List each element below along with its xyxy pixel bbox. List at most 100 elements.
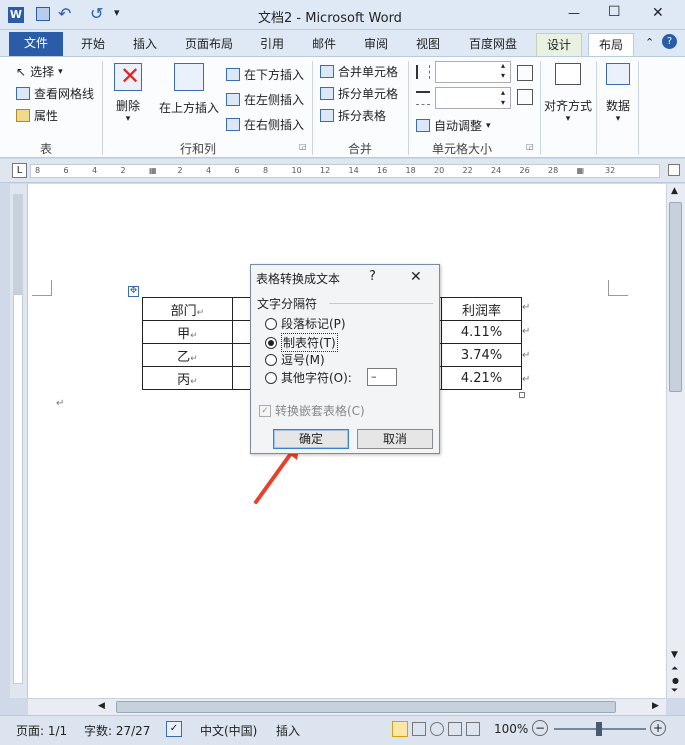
group-separator bbox=[596, 61, 597, 155]
word-count[interactable]: 字数: 27/27 bbox=[84, 722, 150, 739]
dialog-close-button[interactable]: ✕ bbox=[410, 269, 422, 285]
horizontal-ruler[interactable]: 8 6 4 2 ▦ 2 4 6 8 10 12 14 16 18 20 22 24 26 28 ▦ 32 bbox=[30, 164, 660, 178]
split-table-button[interactable]: 拆分表格 bbox=[320, 107, 386, 124]
collapse-ribbon-icon[interactable]: ⌃ bbox=[645, 36, 654, 49]
view-ruler-icon[interactable] bbox=[668, 164, 680, 176]
dialog-help-button[interactable]: ? bbox=[369, 269, 376, 284]
outline-view-icon[interactable] bbox=[448, 722, 462, 736]
zoom-out-button[interactable]: − bbox=[532, 720, 548, 736]
vertical-scrollbar[interactable]: ▲ ▼ ⏶ ● ⏷ bbox=[666, 184, 685, 698]
horizontal-scrollbar[interactable]: ◀ ▶ bbox=[28, 698, 666, 715]
group-label-cell-size: 单元格大小 bbox=[432, 142, 493, 156]
word-icon[interactable]: W bbox=[8, 7, 24, 23]
nested-tables-checkbox[interactable]: ✓ bbox=[259, 404, 271, 417]
dialog-title: 表格转换成文本 bbox=[256, 272, 341, 286]
option-tab-character[interactable]: 制表符(T) bbox=[265, 333, 338, 352]
alignment-button[interactable]: 对齐方式 ▾ bbox=[542, 63, 594, 133]
ok-button[interactable]: 确定 bbox=[273, 429, 349, 449]
table-cell-rate[interactable]: 4.21% bbox=[441, 366, 522, 390]
tab-references[interactable]: 引用 bbox=[252, 33, 292, 56]
full-screen-reading-icon[interactable] bbox=[412, 722, 426, 736]
scroll-left-icon[interactable]: ◀ bbox=[98, 701, 105, 711]
table-move-handle-icon[interactable]: ✥ bbox=[128, 286, 139, 297]
properties-button[interactable]: 属性 bbox=[16, 107, 58, 124]
column-width-input[interactable] bbox=[435, 87, 511, 109]
table-cell-rate[interactable]: 3.74% bbox=[441, 343, 522, 367]
delete-button[interactable]: ✕ 删除 ▾ bbox=[108, 62, 148, 133]
radio-comma[interactable] bbox=[265, 353, 277, 366]
option-paragraph-mark[interactable]: 段落标记(P) bbox=[265, 315, 346, 332]
radio-tab-character[interactable] bbox=[265, 336, 277, 349]
merge-cells-button[interactable]: 合并单元格 bbox=[320, 63, 398, 80]
tab-page-layout[interactable]: 页面布局 bbox=[178, 33, 240, 56]
table-cell-rate[interactable]: 利润率 bbox=[441, 297, 522, 321]
insert-mode[interactable]: 插入 bbox=[276, 722, 300, 739]
table-resize-handle[interactable] bbox=[519, 392, 525, 398]
cancel-button[interactable]: 取消 bbox=[357, 429, 433, 449]
table-cell-dept[interactable]: 部门↵ bbox=[142, 297, 233, 321]
data-button[interactable]: 数据 ▾ bbox=[600, 63, 636, 133]
zoom-level[interactable]: 100% bbox=[494, 722, 528, 736]
scroll-up-icon[interactable]: ▲ bbox=[671, 186, 678, 196]
dialog-launcher-icon[interactable]: ◲ bbox=[299, 142, 307, 151]
table-cell-dept[interactable]: 甲↵ bbox=[142, 320, 233, 344]
h-scroll-thumb[interactable] bbox=[116, 701, 616, 713]
redo-icon[interactable]: ↺ bbox=[90, 4, 103, 23]
insert-right-button[interactable]: 在右侧插入 bbox=[226, 116, 304, 133]
select-button[interactable]: ↖ 选择 ▾ bbox=[16, 63, 63, 80]
tab-home[interactable]: 开始 bbox=[72, 33, 114, 56]
zoom-in-button[interactable]: + bbox=[650, 720, 666, 736]
close-button[interactable]: ✕ bbox=[652, 5, 664, 21]
insert-below-button[interactable]: 在下方插入 bbox=[226, 66, 304, 83]
previous-page-icon[interactable]: ⏶ bbox=[671, 664, 678, 674]
web-layout-icon[interactable] bbox=[430, 722, 444, 736]
dialog-launcher-icon[interactable]: ◲ bbox=[526, 142, 534, 151]
table-cell-dept[interactable]: 丙↵ bbox=[142, 366, 233, 390]
row-height-input[interactable] bbox=[435, 61, 511, 83]
vertical-ruler[interactable] bbox=[10, 184, 28, 698]
scroll-down-icon[interactable]: ▼ bbox=[671, 650, 678, 660]
row-height-spinner-icon[interactable]: ▴ ▾ bbox=[501, 61, 505, 81]
tab-insert[interactable]: 插入 bbox=[124, 33, 166, 56]
select-browse-object-icon[interactable]: ● bbox=[672, 676, 679, 685]
radio-paragraph-mark[interactable] bbox=[265, 317, 277, 330]
tab-design[interactable]: 设计 bbox=[536, 33, 582, 56]
tab-layout[interactable]: 布局 bbox=[588, 33, 634, 56]
tab-mailings[interactable]: 邮件 bbox=[304, 33, 344, 56]
language-indicator[interactable]: 中文(中国) bbox=[200, 722, 257, 739]
page-count[interactable]: 页面: 1/1 bbox=[16, 722, 67, 739]
scroll-right-icon[interactable]: ▶ bbox=[652, 701, 659, 711]
tab-review[interactable]: 审阅 bbox=[356, 33, 396, 56]
proofing-icon[interactable]: ✓ bbox=[166, 721, 182, 737]
qat-customize-icon[interactable]: ▾ bbox=[114, 6, 120, 19]
tab-selector-icon[interactable]: L bbox=[12, 163, 27, 178]
paragraph-mark: ↵ bbox=[56, 398, 65, 409]
insert-left-button[interactable]: 在左侧插入 bbox=[226, 91, 304, 108]
autofit-button[interactable]: 自动调整 ▾ bbox=[416, 117, 491, 134]
tab-file[interactable]: 文件 bbox=[9, 32, 63, 56]
tab-view[interactable]: 视图 bbox=[408, 33, 448, 56]
draft-view-icon[interactable] bbox=[466, 722, 480, 736]
distribute-rows-icon[interactable] bbox=[517, 65, 533, 81]
distribute-columns-icon[interactable] bbox=[517, 89, 533, 105]
view-gridlines-button[interactable]: 查看网格线 bbox=[16, 85, 94, 102]
undo-icon[interactable]: ↶ bbox=[58, 4, 71, 23]
option-other-character[interactable]: 其他字符(O): bbox=[265, 369, 352, 386]
split-cells-button[interactable]: 拆分单元格 bbox=[320, 85, 398, 102]
insert-above-button[interactable]: 在上方插入 bbox=[156, 63, 222, 133]
other-character-input[interactable]: – bbox=[367, 368, 397, 386]
table-cell-rate[interactable]: 4.11% bbox=[441, 320, 522, 344]
scroll-thumb[interactable] bbox=[669, 202, 682, 392]
minimize-button[interactable]: — bbox=[568, 6, 580, 20]
column-width-spinner-icon[interactable]: ▴ ▾ bbox=[501, 88, 505, 108]
maximize-button[interactable]: ☐ bbox=[608, 4, 621, 20]
table-cell-dept[interactable]: 乙↵ bbox=[142, 343, 233, 367]
tab-baidu-netdisk[interactable]: 百度网盘 bbox=[460, 33, 526, 56]
help-icon[interactable]: ? bbox=[662, 34, 677, 49]
print-layout-view-icon[interactable] bbox=[392, 721, 408, 737]
radio-other-character[interactable] bbox=[265, 371, 277, 384]
save-icon[interactable] bbox=[36, 7, 50, 21]
zoom-slider-thumb[interactable] bbox=[596, 722, 602, 736]
next-page-icon[interactable]: ⏷ bbox=[671, 686, 678, 696]
option-comma[interactable]: 逗号(M) bbox=[265, 351, 325, 368]
